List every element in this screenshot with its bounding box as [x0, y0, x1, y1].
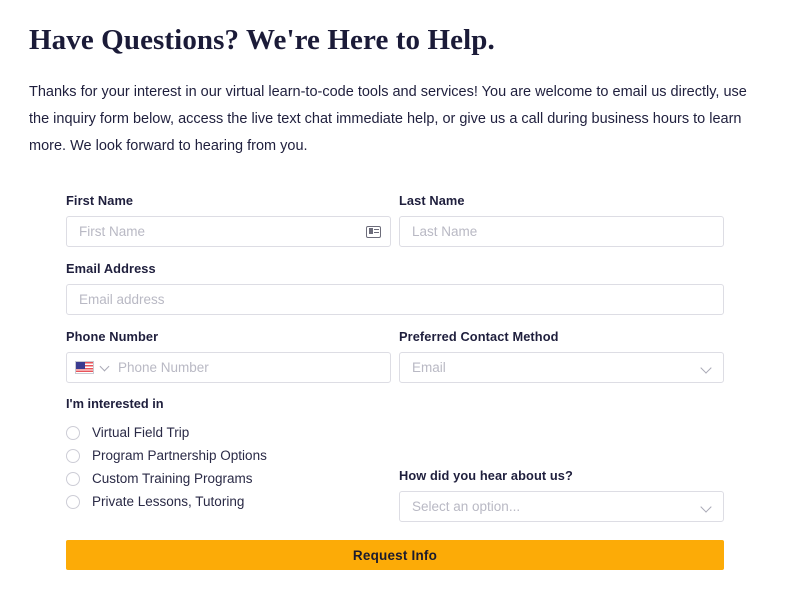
- page-title: Have Questions? We're Here to Help.: [29, 24, 495, 56]
- contact-method-label: Preferred Contact Method: [399, 329, 559, 344]
- first-name-label: First Name: [66, 193, 134, 208]
- hear-about-us-label: How did you hear about us?: [399, 468, 573, 483]
- field-first-name: First Name First Name: [66, 193, 391, 247]
- first-name-placeholder: First Name: [79, 224, 146, 239]
- intro-paragraph: Thanks for your interest in our virtual …: [29, 84, 747, 154]
- email-input[interactable]: Email address: [66, 284, 724, 315]
- field-hear-about-us: How did you hear about us? Select an opt…: [399, 396, 724, 522]
- radio-label: Custom Training Programs: [92, 470, 253, 486]
- form-row-names: First Name First Name Last Name Last Nam…: [66, 193, 724, 247]
- hear-about-us-select[interactable]: Select an option...: [399, 491, 724, 522]
- contact-method-value: Email: [412, 360, 446, 375]
- us-flag-icon[interactable]: [75, 361, 94, 374]
- radio-label: Virtual Field Trip: [92, 424, 190, 440]
- intro-block: Have Questions? We're Here to Help. Than…: [29, 22, 759, 160]
- last-name-label: Last Name: [399, 193, 465, 208]
- contact-card-icon[interactable]: [366, 225, 381, 238]
- radio-option-program-partnership-options[interactable]: Program Partnership Options: [66, 444, 391, 467]
- chevron-down-icon[interactable]: [700, 362, 712, 374]
- chevron-down-icon[interactable]: [700, 501, 712, 513]
- radio-option-virtual-field-trip[interactable]: Virtual Field Trip: [66, 421, 391, 444]
- phone-placeholder: Phone Number: [118, 360, 209, 375]
- phone-label: Phone Number: [66, 329, 159, 344]
- radio-option-custom-training-programs[interactable]: Custom Training Programs: [66, 467, 391, 490]
- last-name-input[interactable]: Last Name: [399, 216, 724, 247]
- contact-method-select[interactable]: Email: [399, 352, 724, 383]
- email-label: Email Address: [66, 261, 156, 276]
- phone-input[interactable]: Phone Number: [66, 352, 391, 383]
- interested-in-label: I'm interested in: [66, 396, 164, 411]
- radio-circle-icon[interactable]: [66, 425, 80, 440]
- field-interested-in: I'm interested in Virtual Field Trip Pro…: [66, 396, 391, 522]
- first-name-input[interactable]: First Name: [66, 216, 391, 247]
- form-row-email: Email Address Email address: [66, 261, 724, 315]
- radio-label: Program Partnership Options: [92, 447, 267, 463]
- hear-about-us-value: Select an option...: [412, 499, 521, 514]
- radio-label: Private Lessons, Tutoring: [92, 493, 245, 509]
- radio-option-private-lessons-tutoring[interactable]: Private Lessons, Tutoring: [66, 490, 391, 513]
- contact-page: Have Questions? We're Here to Help. Than…: [0, 0, 800, 605]
- last-name-placeholder: Last Name: [412, 224, 478, 239]
- field-phone: Phone Number Phone Number: [66, 329, 391, 383]
- flag-canton: [76, 362, 85, 369]
- field-contact-method: Preferred Contact Method Email: [399, 329, 724, 383]
- contact-form: First Name First Name Last Name Last Nam…: [66, 193, 724, 570]
- radio-circle-icon[interactable]: [66, 471, 80, 486]
- field-email: Email Address Email address: [66, 261, 724, 315]
- form-row-phone-contact: Phone Number Phone Number Preferred Cont…: [66, 329, 724, 383]
- form-row-interests: I'm interested in Virtual Field Trip Pro…: [66, 396, 724, 522]
- field-last-name: Last Name Last Name: [399, 193, 724, 247]
- radio-circle-icon[interactable]: [66, 494, 80, 509]
- request-info-button[interactable]: Request Info: [66, 540, 724, 570]
- radio-circle-icon[interactable]: [66, 448, 80, 463]
- email-placeholder: Email address: [79, 292, 165, 307]
